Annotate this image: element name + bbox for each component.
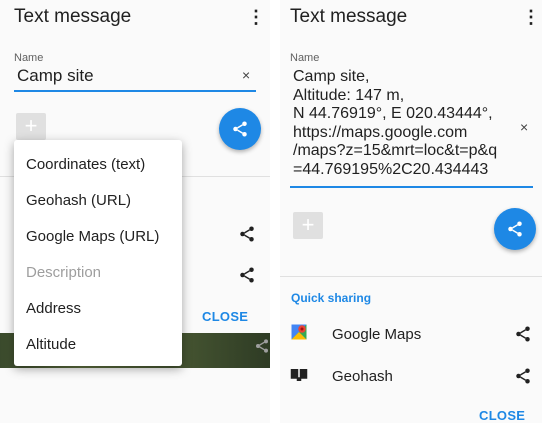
share-icon[interactable] [514, 367, 532, 385]
quick-item-geohash[interactable]: Geohash [280, 360, 542, 394]
quick-sharing-title: Quick sharing [291, 291, 372, 305]
message-line: Camp site, [293, 68, 370, 85]
dialog-title: Text message [290, 6, 408, 27]
quick-item-label: Google Maps [332, 326, 422, 343]
clear-icon[interactable]: × [242, 67, 250, 83]
message-line: /maps?z=15&mrt=loc&t=p&q [293, 142, 498, 159]
more-options-icon[interactable]: ⋮ [522, 8, 540, 26]
input-underline [14, 90, 256, 92]
menu-item-google-maps[interactable]: Google Maps (URL) [26, 228, 159, 245]
name-label: Name [290, 52, 320, 64]
dialog-title: Text message [14, 6, 132, 27]
message-input[interactable]: Camp site, Altitude: 147 m, N 44.76919°,… [293, 68, 515, 179]
add-field-button[interactable]: + [293, 212, 323, 239]
divider [280, 276, 542, 277]
menu-item-address[interactable]: Address [26, 300, 81, 317]
more-options-icon[interactable]: ⋮ [247, 8, 265, 26]
message-line: =44.769195%2C20.434443 [293, 160, 489, 178]
share-icon [233, 121, 247, 137]
google-maps-pin-icon [291, 324, 307, 340]
quick-item-label: Geohash [332, 368, 393, 385]
share-icon[interactable] [514, 325, 532, 343]
geohash-icon [290, 369, 308, 381]
name-label: Name [14, 52, 44, 64]
right-dialog: Text message ⋮ Name Camp site, Altitude:… [280, 0, 542, 423]
close-button[interactable]: CLOSE [479, 408, 525, 423]
map-share-icon [256, 339, 268, 353]
add-field-button[interactable]: + [16, 113, 46, 140]
left-dialog: Text message ⋮ Name Camp site × + CLOSE … [0, 0, 270, 423]
share-icon [508, 221, 522, 237]
menu-item-description: Description [26, 264, 102, 281]
close-button[interactable]: CLOSE [202, 309, 248, 324]
message-line: Altitude: 147 m, [293, 86, 405, 104]
share-button[interactable] [219, 108, 261, 150]
message-line: https://maps.google.com [293, 123, 468, 141]
clear-icon[interactable]: × [520, 119, 528, 135]
share-google-maps-icon[interactable] [238, 225, 256, 243]
menu-item-geohash[interactable]: Geohash (URL) [26, 192, 131, 209]
message-line: N 44.76919°, E 020.43444°, [293, 105, 493, 122]
share-geohash-icon[interactable] [238, 266, 256, 284]
name-value: Camp site [17, 66, 94, 85]
quick-item-google-maps[interactable]: Google Maps [280, 318, 542, 352]
insert-field-menu: Coordinates (text) Geohash (URL) Google … [14, 140, 182, 366]
menu-item-altitude[interactable]: Altitude [26, 336, 76, 353]
menu-item-coordinates[interactable]: Coordinates (text) [26, 156, 145, 173]
share-button[interactable] [494, 208, 536, 250]
name-input[interactable]: Camp site [17, 66, 237, 90]
input-underline [290, 186, 533, 188]
